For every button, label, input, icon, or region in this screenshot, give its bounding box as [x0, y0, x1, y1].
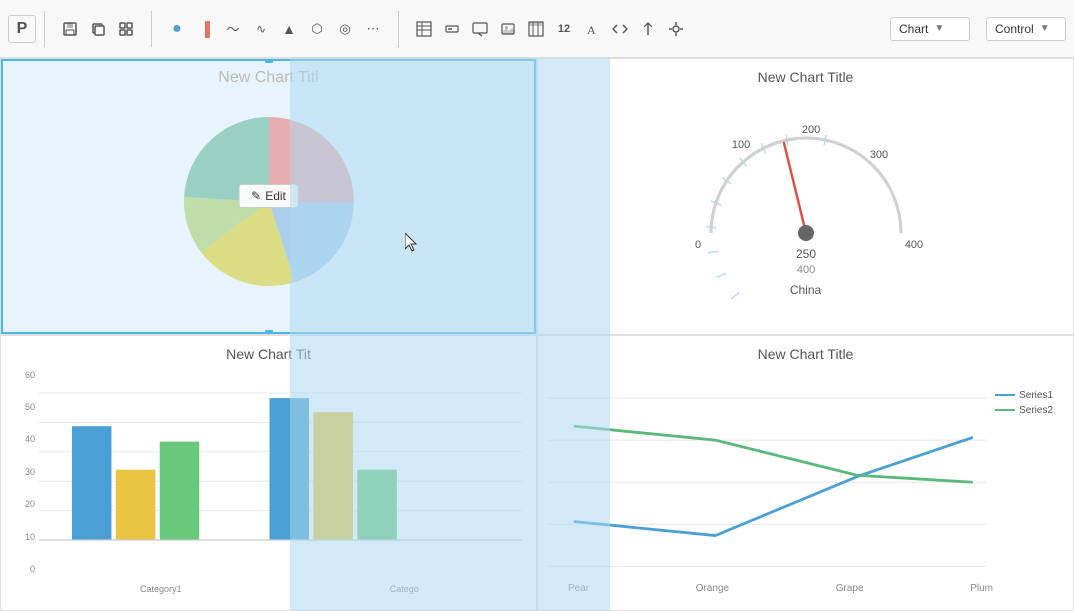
gauge-bottom-label: China	[790, 283, 821, 297]
legend-series1-label: Series1	[1019, 390, 1053, 401]
edit-button[interactable]: ✎ Edit	[238, 184, 299, 208]
control-dropdown-arrow: ▼	[1040, 23, 1050, 34]
control-dropdown-label: Control	[995, 22, 1034, 36]
svg-text:A: A	[587, 23, 596, 37]
bottom-right-title: New Chart Title	[548, 346, 1063, 362]
x-label-pear: Pear	[568, 583, 589, 594]
top-left-title: New Chart Titl	[11, 69, 526, 87]
legend-series1: Series1	[995, 390, 1053, 401]
y-label-20: 20	[11, 499, 39, 509]
extra-icons: 12 A	[407, 16, 693, 42]
area-chart-icon[interactable]: ▲	[276, 16, 302, 42]
control-dropdown[interactable]: Control ▼	[986, 17, 1066, 41]
table-icon[interactable]	[411, 16, 437, 42]
svg-text:200: 200	[801, 124, 819, 136]
svg-text:250: 250	[795, 247, 815, 261]
scatter-icon[interactable]: ∿	[248, 16, 274, 42]
x-label-plum: Plum	[970, 583, 993, 594]
toolbar-dropdowns: Chart ▼ Control ▼	[890, 17, 1066, 41]
logo-icon[interactable]: P	[8, 15, 36, 43]
y-label-40: 40	[11, 434, 39, 444]
bottom-left-panel: New Chart Tit 0 10 20 30 40 50 60	[0, 335, 537, 611]
radar-icon[interactable]: ⬡	[304, 16, 330, 42]
svg-text:100: 100	[731, 139, 749, 151]
legend-series1-line	[995, 394, 1015, 396]
top-left-panel: New Chart Titl ✎ Edit	[0, 58, 537, 335]
x-axis-line-labels: Pear Orange Grape Plum	[568, 583, 993, 594]
save-icon[interactable]	[57, 16, 83, 42]
y-axis: 0 10 20 30 40 50 60	[11, 370, 39, 575]
main-area: New Chart Titl ✎ Edit New Chart Title	[0, 58, 1074, 611]
legend-series2-label: Series2	[1019, 405, 1053, 416]
chart-dropdown-arrow: ▼	[934, 23, 944, 34]
edit-button-label: Edit	[265, 189, 286, 203]
svg-text:400: 400	[904, 239, 922, 251]
y-label-0: 0	[11, 564, 39, 574]
bottom-right-panel: New Chart Title	[537, 335, 1074, 611]
legend-series2-line	[995, 409, 1015, 411]
svg-text:400: 400	[796, 264, 814, 276]
restore-icon[interactable]	[85, 16, 111, 42]
toolbar-separator-2	[151, 11, 152, 47]
line-chart-area: Series1 Series2 Pear Orange Grape Plum	[548, 370, 1063, 595]
x-axis-labels: Category1 Catego	[39, 584, 526, 594]
settings-icon[interactable]	[663, 16, 689, 42]
pie-chart-container: ✎ Edit	[11, 95, 526, 310]
svg-text:300: 300	[869, 149, 887, 161]
line-legend: Series1 Series2	[995, 390, 1053, 420]
input-icon[interactable]	[439, 16, 465, 42]
x-label-cat1: Category1	[39, 584, 283, 594]
chart-type-icons: ● ▐ 〜 ∿ ▲ ⬡ ◎ ⋯	[160, 16, 390, 42]
toolbar-separator-3	[398, 11, 399, 47]
handle-top-center[interactable]	[265, 58, 273, 63]
code-icon[interactable]	[607, 16, 633, 42]
gauge-ticks: 0 100 200 300 400 250 400	[694, 124, 922, 301]
table2-icon[interactable]	[523, 16, 549, 42]
chart-dropdown[interactable]: Chart ▼	[890, 17, 970, 41]
gauge-chart-container: 0 100 200 300 400 250 400 China	[548, 93, 1063, 308]
line-chart-svg	[548, 370, 1063, 595]
layout-icons	[53, 16, 143, 42]
line-chart-icon[interactable]: 〜	[220, 16, 246, 42]
expand-icon[interactable]	[113, 16, 139, 42]
x-label-orange: Orange	[696, 583, 729, 594]
svg-text:0: 0	[694, 239, 700, 251]
more-chart-icon[interactable]: ⋯	[360, 16, 386, 42]
number-icon[interactable]: 12	[551, 16, 577, 42]
gauge-icon[interactable]: ◎	[332, 16, 358, 42]
split-icon[interactable]	[635, 16, 661, 42]
y-label-50: 50	[11, 402, 39, 412]
pie-chart-icon[interactable]: ●	[164, 16, 190, 42]
image-icon[interactable]	[495, 16, 521, 42]
bar-chart-icon[interactable]: ▐	[192, 16, 218, 42]
x-label-cat2: Catego	[283, 584, 527, 594]
bar-chart-svg	[39, 370, 522, 575]
chart-dropdown-label: Chart	[899, 22, 928, 36]
monitor-icon[interactable]	[467, 16, 493, 42]
y-label-10: 10	[11, 532, 39, 542]
top-right-title: New Chart Title	[548, 69, 1063, 85]
toolbar-separator-1	[44, 11, 45, 47]
legend-series2: Series2	[995, 405, 1053, 416]
bar-chart-area: 0 10 20 30 40 50 60	[11, 370, 526, 595]
edit-pencil-icon: ✎	[251, 189, 261, 203]
toolbar: P ● ▐ 〜 ∿ ▲ ⬡ ◎ ⋯	[0, 0, 1074, 58]
gauge-svg: 0 100 200 300 400 250 400	[646, 103, 966, 303]
text-icon[interactable]: A	[579, 16, 605, 42]
bottom-left-title: New Chart Tit	[11, 346, 526, 362]
y-label-30: 30	[11, 467, 39, 477]
x-label-grape: Grape	[836, 583, 864, 594]
y-label-60: 60	[11, 370, 39, 380]
top-right-panel: New Chart Title	[537, 58, 1074, 335]
